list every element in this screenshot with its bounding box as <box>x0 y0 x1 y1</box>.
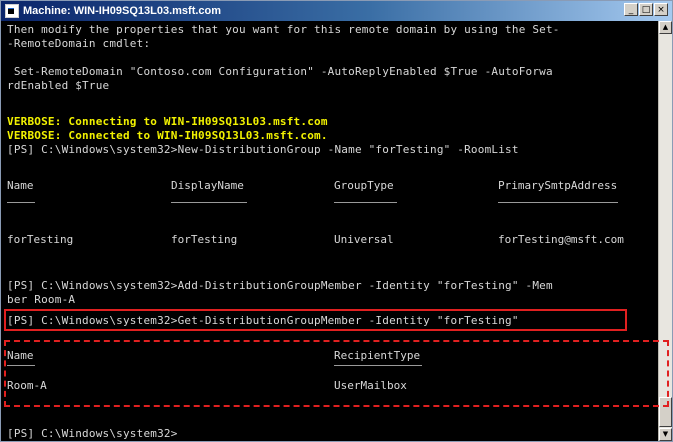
column-header: PrimarySmtpAddress <box>498 179 618 192</box>
command-line: [PS] C:\Windows\system32>New-Distributio… <box>7 143 519 156</box>
window-controls: _ □ × <box>624 3 668 16</box>
column-header: DisplayName <box>171 179 244 192</box>
scroll-down-icon[interactable]: ▼ <box>659 428 672 441</box>
prompt-line[interactable]: [PS] C:\Windows\system32> <box>7 427 178 441</box>
window-title: Machine: WIN-IH09SQ13L03.msft.com <box>23 5 222 17</box>
command-highlight-box <box>4 309 627 331</box>
header-underline <box>334 202 397 203</box>
table-cell: Universal <box>334 233 394 246</box>
restore-icon[interactable]: □ <box>639 3 653 16</box>
verbose-line: VERBOSE: Connected to WIN-IH09SQ13L03.ms… <box>7 129 328 142</box>
console-line: ber Room-A <box>7 293 76 306</box>
column-header: GroupType <box>334 179 394 192</box>
console-line: Set-RemoteDomain "Contoso.com Configurat… <box>7 65 553 78</box>
column-header: Name <box>7 179 34 192</box>
table-cell: forTesting@msft.com <box>498 233 624 246</box>
powershell-window: Machine: WIN-IH09SQ13L03.msft.com _ □ × … <box>0 0 673 442</box>
header-underline <box>7 202 35 203</box>
console-app-icon[interactable] <box>5 4 19 18</box>
title-bar[interactable]: Machine: WIN-IH09SQ13L03.msft.com _ □ × <box>1 1 672 21</box>
console-line: Then modify the properties that you want… <box>7 23 560 36</box>
table-cell: forTesting <box>171 233 238 246</box>
console-line: -RemoteDomain cmdlet: <box>7 37 151 50</box>
header-underline <box>171 202 247 203</box>
console-line: rdEnabled $True <box>7 79 110 92</box>
scroll-up-icon[interactable]: ▲ <box>659 21 672 34</box>
minimize-icon[interactable]: _ <box>624 3 638 16</box>
close-icon[interactable]: × <box>654 3 668 16</box>
verbose-line: VERBOSE: Connecting to WIN-IH09SQ13L03.m… <box>7 115 328 128</box>
table-cell: forTesting <box>7 233 74 246</box>
header-underline <box>498 202 618 203</box>
result-highlight-box <box>4 340 669 407</box>
command-line: [PS] C:\Windows\system32>Add-Distributio… <box>7 279 553 292</box>
